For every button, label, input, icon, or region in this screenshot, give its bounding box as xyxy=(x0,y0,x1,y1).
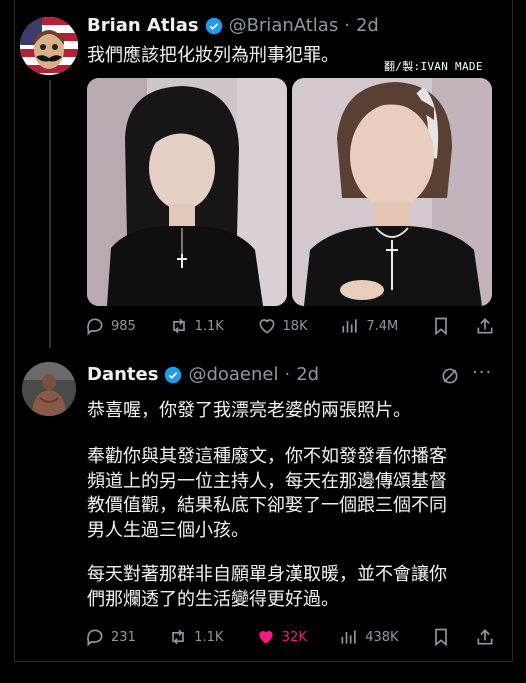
retweet-count: 1.1K xyxy=(194,629,224,645)
views-button[interactable]: 438K xyxy=(339,627,399,647)
verified-badge-icon xyxy=(205,17,222,34)
grok-icon[interactable] xyxy=(440,366,460,386)
thread-connector xyxy=(49,80,51,348)
like-button[interactable]: 32K xyxy=(256,627,307,647)
reply-icon xyxy=(87,318,103,336)
like-count: 18K xyxy=(282,318,308,334)
tweet1-actions: 985 1.1K 18K 7.4M xyxy=(85,316,495,336)
tweet1-header: Brian Atlas @BrianAtlas · 2d xyxy=(87,15,379,36)
display-name[interactable]: Dantes xyxy=(87,364,158,385)
tweet-text-paragraph: 恭喜喔，你發了我漂亮老婆的兩張照片。 xyxy=(87,400,411,421)
tweet-photo-2[interactable] xyxy=(292,78,492,306)
display-name[interactable]: Brian Atlas xyxy=(87,15,199,36)
separator-dot: · xyxy=(284,364,291,385)
user-handle[interactable]: @doaenel xyxy=(188,364,278,385)
timestamp[interactable]: 2d xyxy=(356,15,379,36)
tweet2-actions: 231 1.1K 32K 438K xyxy=(85,627,495,647)
more-options-icon[interactable]: ··· xyxy=(472,362,492,383)
retweet-count: 1.1K xyxy=(194,318,224,334)
separator-dot: · xyxy=(344,15,350,36)
avatar[interactable] xyxy=(20,17,78,75)
tweet-text-paragraph: 奉勸你與其發這種廢文，你不如發發看你播客 頻道上的另一位主持人，每天在那邊傳頌基… xyxy=(87,446,447,541)
bookmark-icon[interactable] xyxy=(431,316,451,336)
user-handle[interactable]: @BrianAtlas xyxy=(229,15,339,36)
views-chart-icon xyxy=(342,319,358,333)
retweet-button[interactable]: 1.1K xyxy=(168,627,223,647)
heart-filled-icon xyxy=(259,631,273,644)
views-chart-icon xyxy=(341,630,356,644)
retweet-button[interactable]: 1.1K xyxy=(169,316,224,336)
reply-button[interactable]: 231 xyxy=(85,627,136,647)
tweet-text: 我們應該把化妝列為刑事犯罪。 xyxy=(87,45,339,66)
like-count: 32K xyxy=(281,629,307,645)
bookmark-icon[interactable] xyxy=(431,627,451,647)
tweet-text-paragraph: 每天對著那群非自願單身漢取暖，並不會讓你 們那爛透了的生活變得更好過。 xyxy=(87,564,447,610)
watermark: 翻/製:IVAN MADE xyxy=(384,60,483,73)
tweet-photo-1[interactable] xyxy=(87,78,287,306)
reply-count: 985 xyxy=(111,318,136,334)
view-count: 438K xyxy=(365,629,399,645)
share-icon[interactable] xyxy=(475,627,495,647)
views-button[interactable]: 7.4M xyxy=(340,316,398,336)
reply-button[interactable]: 985 xyxy=(85,316,136,336)
avatar[interactable] xyxy=(22,362,76,416)
reply-icon xyxy=(87,629,103,647)
tweet2-header: Dantes @doaenel · 2d xyxy=(87,364,319,385)
reply-count: 231 xyxy=(111,629,136,645)
timestamp[interactable]: 2d xyxy=(296,364,319,385)
view-count: 7.4M xyxy=(366,318,399,334)
retweet-icon xyxy=(172,318,185,334)
share-icon[interactable] xyxy=(475,316,495,336)
retweet-icon xyxy=(172,629,185,645)
verified-badge-icon xyxy=(165,366,182,383)
heart-icon xyxy=(259,319,275,334)
like-button[interactable]: 18K xyxy=(257,316,308,336)
